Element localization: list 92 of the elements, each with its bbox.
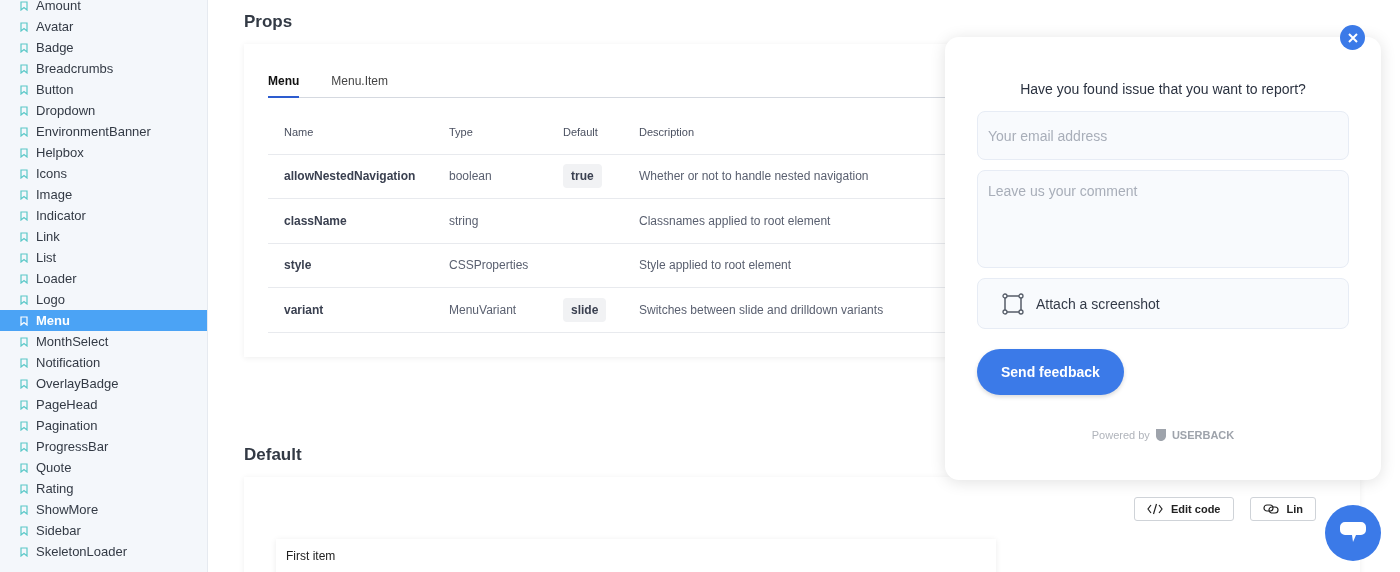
table-cell: className — [284, 213, 347, 228]
tab[interactable]: Menu.Item — [331, 74, 389, 98]
powered-by-text: Powered by — [1091, 429, 1150, 441]
sidebar-item[interactable]: Indicator — [0, 205, 207, 226]
sidebar-item[interactable]: ProgressBar — [0, 436, 207, 457]
bookmark-icon — [20, 273, 28, 284]
edit-code-button[interactable]: Edit code — [1134, 496, 1234, 521]
sidebar-item[interactable]: Dropdown — [0, 100, 207, 121]
sidebar-item[interactable]: Notification — [0, 352, 207, 373]
attach-screenshot-button[interactable]: Attach a screenshot — [977, 278, 1349, 329]
bookmark-icon — [20, 189, 28, 200]
bookmark-icon — [20, 462, 28, 473]
bookmark-icon — [20, 420, 28, 431]
bookmark-icon — [20, 147, 28, 158]
sidebar-item[interactable]: EnvironmentBanner — [0, 121, 207, 142]
sidebar-item[interactable]: Rating — [0, 478, 207, 499]
section-title: Default — [244, 444, 303, 465]
column-header: Type — [449, 125, 473, 138]
link-icon — [1262, 502, 1279, 515]
sidebar-item[interactable]: PageHead — [0, 394, 207, 415]
table-cell: MenuVariant — [449, 302, 517, 317]
comment-field[interactable]: Leave us your comment — [977, 170, 1349, 268]
sidebar-item[interactable]: List — [0, 247, 207, 268]
bookmark-icon — [20, 441, 28, 452]
default-value: true — [563, 164, 602, 189]
sidebar-item[interactable]: Avatar — [0, 16, 207, 37]
bookmark-icon — [20, 378, 28, 389]
sidebar-item[interactable]: ShowMore — [0, 499, 207, 520]
sidebar-item[interactable]: Image — [0, 184, 207, 205]
brand-name: USERBACK — [1171, 429, 1235, 441]
sidebar-item[interactable]: Link — [0, 226, 207, 247]
sidebar-item[interactable]: Amount — [0, 0, 207, 16]
bookmark-icon — [20, 483, 28, 494]
bookmark-icon — [20, 63, 28, 74]
sidebar-item[interactable]: Button — [0, 79, 207, 100]
email-field[interactable]: Your email address — [977, 111, 1349, 160]
column-header: Description — [639, 125, 695, 138]
code-icon — [1147, 502, 1163, 515]
table-cell: CSSProperties — [449, 258, 529, 273]
table-cell: allowNestedNavigation — [284, 169, 416, 184]
sidebar-item[interactable]: Icons — [0, 163, 207, 184]
table-cell: variant — [284, 302, 324, 317]
bookmark-icon — [20, 126, 28, 137]
bookmark-icon — [20, 315, 28, 326]
sidebar-item[interactable]: Logo — [0, 289, 207, 310]
shield-icon — [1155, 429, 1166, 441]
bookmark-icon — [20, 168, 28, 179]
link-button[interactable]: Lin — [1249, 496, 1316, 521]
table-cell: Whether or not to handle nested navigation — [639, 169, 869, 184]
bookmark-icon — [20, 0, 28, 11]
bookmark-icon — [20, 525, 28, 536]
bookmark-icon — [20, 252, 28, 263]
bookmark-icon — [20, 399, 28, 410]
table-cell: string — [449, 213, 479, 228]
section-title: Props — [244, 12, 294, 32]
sidebar-item[interactable]: Breadcrumbs — [0, 58, 207, 79]
table-cell: Classnames applied to root element — [639, 213, 831, 228]
sidebar-item[interactable]: SkeletonLoader — [0, 541, 207, 562]
sidebar-item[interactable]: Badge — [0, 37, 207, 58]
sidebar-item[interactable]: MonthSelect — [0, 331, 207, 352]
bookmark-icon — [20, 105, 28, 116]
bookmark-icon — [20, 336, 28, 347]
tab[interactable]: Menu — [268, 74, 300, 98]
feedback-question: Have you found issue that you want to report? — [1019, 81, 1307, 97]
bookmark-icon — [20, 231, 28, 242]
bookmark-icon — [20, 294, 28, 305]
table-cell: style — [284, 258, 312, 273]
bookmark-icon — [20, 546, 28, 557]
bookmark-icon — [20, 21, 28, 32]
bookmark-icon — [20, 84, 28, 95]
sidebar-item[interactable]: OverlayBadge — [0, 373, 207, 394]
sidebar-item[interactable]: Helpbox — [0, 142, 207, 163]
bookmark-icon — [20, 357, 28, 368]
table-cell: boolean — [449, 169, 492, 184]
bookmark-icon — [20, 504, 28, 515]
column-header: Name — [284, 125, 314, 138]
sidebar-item[interactable]: Quote — [0, 457, 207, 478]
sidebar-item[interactable]: Pagination — [0, 415, 207, 436]
column-header: Default — [563, 125, 598, 138]
table-cell: Switches between slide and drilldown variants — [639, 302, 884, 317]
default-value: slide — [563, 297, 607, 322]
sidebar-item[interactable]: Loader — [0, 268, 207, 289]
send-feedback-button[interactable]: Send feedback — [977, 349, 1124, 395]
bookmark-icon — [20, 210, 28, 221]
close-button[interactable] — [1340, 25, 1365, 50]
chat-button[interactable] — [1325, 505, 1381, 561]
sidebar-item[interactable]: Sidebar — [0, 520, 207, 541]
menu-item[interactable]: First item — [276, 538, 996, 572]
bookmark-icon — [20, 42, 28, 53]
table-cell: Style applied to root element — [639, 258, 792, 273]
close-icon — [1347, 32, 1358, 43]
crop-frame-icon — [1002, 292, 1024, 315]
